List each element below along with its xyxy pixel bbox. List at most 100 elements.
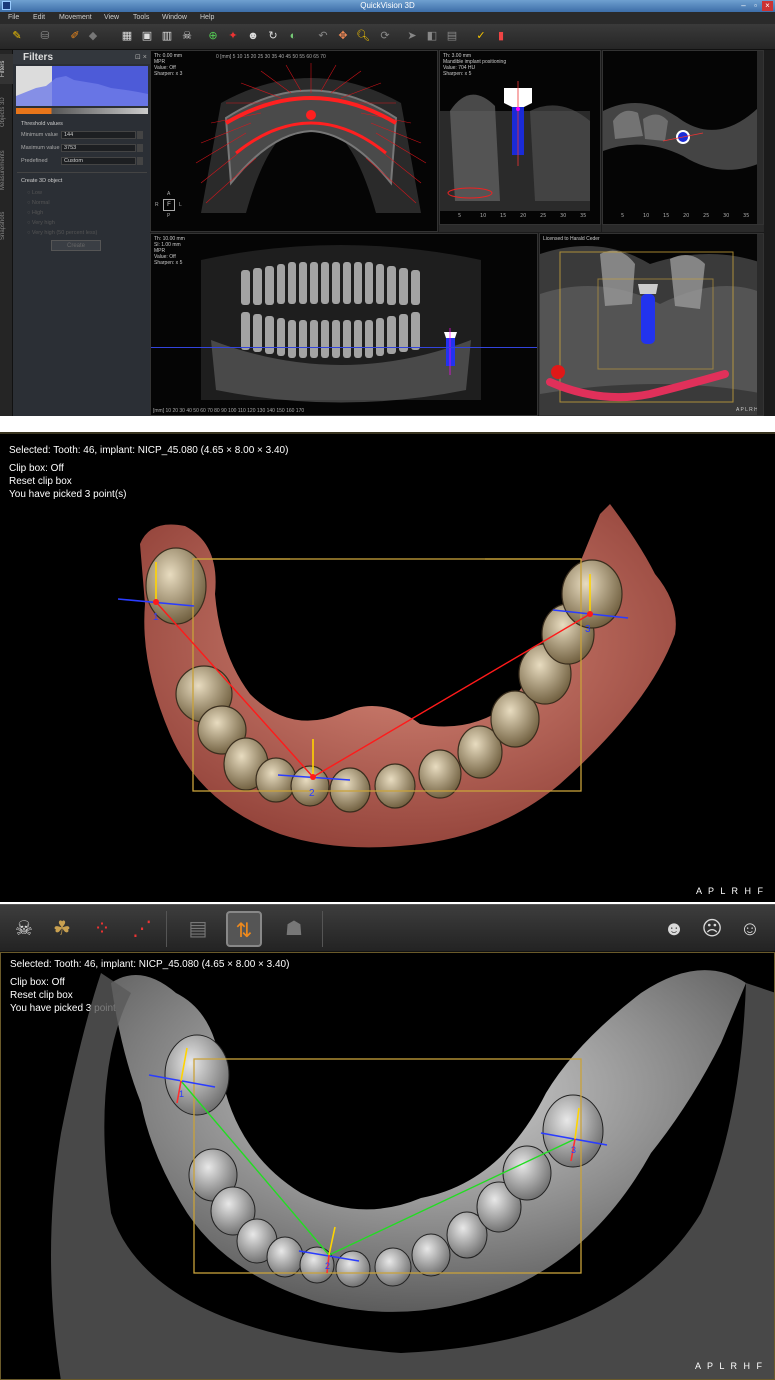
layout-split-icon[interactable]: ▥ <box>160 29 174 43</box>
scan-model-view[interactable]: Selected: Tooth: 46, implant: NICP_45.08… <box>0 432 775 902</box>
skull-side-view-icon[interactable]: ☹ <box>694 911 730 947</box>
orient-p: P <box>167 213 171 219</box>
panoramic-view[interactable]: Th: 10.00 mm Sl: 1.00 mm MPR Value: Off … <box>150 233 538 416</box>
scan-layer-icon[interactable]: ▤ <box>180 911 216 947</box>
tab-snapshots[interactable]: Snapshots <box>0 206 13 246</box>
create-button[interactable]: Create <box>51 240 101 251</box>
tab-measurements[interactable]: Measurements <box>0 140 13 200</box>
menu-file[interactable]: File <box>8 14 19 21</box>
close-icon[interactable]: × <box>762 1 773 11</box>
axial-slice-image <box>195 63 427 213</box>
menu-window[interactable]: Window <box>162 14 187 21</box>
cross-hscroll[interactable] <box>439 225 601 232</box>
menu-view[interactable]: View <box>104 14 119 21</box>
skull-3d-icon[interactable]: ☻ <box>246 29 260 43</box>
rotate-left-icon[interactable]: ↶ <box>316 29 330 43</box>
svg-text:15: 15 <box>663 213 669 219</box>
menu-help[interactable]: Help <box>200 14 214 21</box>
sagittal-hscroll[interactable] <box>602 225 764 232</box>
max-spinner[interactable] <box>137 144 143 152</box>
sagittal-vscroll[interactable] <box>757 51 763 224</box>
skull-render-icon[interactable]: ☠ <box>6 911 42 947</box>
predefined-dropdown-icon[interactable] <box>137 157 143 165</box>
predefined-label: Predefined <box>21 158 48 164</box>
sagittal-image: 5 10 15 20 25 30 35 <box>603 103 763 219</box>
svg-text:30: 30 <box>560 213 566 219</box>
svg-text:5: 5 <box>621 213 624 219</box>
open-file-icon[interactable]: ✎ <box>10 29 24 43</box>
maximize-icon[interactable]: ▫ <box>750 1 761 11</box>
cross-section-view[interactable]: Th: 3.00 mm Mandible implant positioning… <box>439 50 601 225</box>
jaw-icon[interactable]: ☗ <box>276 911 312 947</box>
implant-tool-icon[interactable]: ⊕ <box>206 29 220 43</box>
orient-a: A <box>167 191 171 197</box>
pan-icon[interactable]: ✥ <box>336 29 350 43</box>
render-vscroll[interactable] <box>757 234 763 415</box>
brush-icon[interactable]: ✐ <box>68 29 82 43</box>
sagittal-view[interactable]: 5 10 15 20 25 30 35 <box>602 50 764 225</box>
svg-text:15: 15 <box>500 213 506 219</box>
min-value-field[interactable]: 144 <box>61 131 136 139</box>
min-label: Minimum value <box>21 132 58 138</box>
svg-text:30: 30 <box>723 213 729 219</box>
measure-icon[interactable]: ✓ <box>474 29 488 43</box>
max-value-field[interactable]: 3753 <box>61 144 136 152</box>
layout-single-icon[interactable]: ▣ <box>140 29 154 43</box>
skull-back-view-icon[interactable]: ☺ <box>732 911 768 947</box>
render-toolbar: ☠ ☘ ⁘ ⋰ ▤ ⇅ ☗ ☻ ☹ ☺ <box>0 904 775 952</box>
rotate-3d-icon[interactable]: ↻ <box>266 29 280 43</box>
refresh-icon[interactable]: ⟳ <box>378 29 392 43</box>
pin-icon[interactable]: ⊡ × <box>135 53 147 61</box>
ct-bone-image <box>51 970 774 1379</box>
tab-objects-3d[interactable]: Objects 3D <box>0 90 13 135</box>
pano-ruler: [mm] 10 20 30 40 50 60 70 80 90 100 110 … <box>153 408 305 414</box>
option-normal[interactable]: ○ Normal <box>27 200 50 206</box>
bot-point-3-label: 3 <box>571 1145 577 1155</box>
orient-r: R <box>155 202 159 208</box>
orientation-cube[interactable]: F <box>163 199 175 211</box>
eraser-icon[interactable]: ◆ <box>86 29 100 43</box>
option-low[interactable]: ○ Low <box>27 190 42 196</box>
axial-view[interactable]: Th: 0.00 mm MPR Value: Off Sharpen: x 3 … <box>150 50 438 232</box>
predefined-select[interactable]: Custom <box>61 157 136 165</box>
sphere-tool-icon[interactable]: ◐ <box>286 29 300 43</box>
svg-text:20: 20 <box>520 213 526 219</box>
min-spinner[interactable] <box>137 131 143 139</box>
mid-orientation-labels: A P L R H F <box>695 886 765 896</box>
report-icon[interactable]: ▮ <box>494 29 508 43</box>
pointer-icon[interactable]: ➤ <box>405 29 419 43</box>
window-level-icon[interactable]: ◧ <box>425 29 439 43</box>
option-high[interactable]: ○ High <box>27 210 43 216</box>
zoom-icon[interactable]: 🔍︎ <box>356 29 370 43</box>
points-red-icon[interactable]: ⁘ <box>84 911 120 947</box>
skull-front-view-icon[interactable]: ☻ <box>656 911 692 947</box>
points-line-icon[interactable]: ⋰ <box>124 911 160 947</box>
menu-tools[interactable]: Tools <box>133 14 149 21</box>
menu-movement[interactable]: Movement <box>59 14 92 21</box>
axial-view-info: Th: 0.00 mm MPR Value: Off Sharpen: x 3 <box>154 53 183 77</box>
export-icon[interactable]: ⛁ <box>38 29 52 43</box>
mid-point-2-label: 2 <box>309 788 315 799</box>
side-tabs: Filters Objects 3D Measurements Snapshot… <box>0 50 13 416</box>
render-3d-view[interactable]: Licensed to Harald Ceder A P L R H F <box>539 233 764 416</box>
title-bar: QuickVision 3D – ▫ × <box>0 0 775 12</box>
bone-render-icon[interactable]: ☘ <box>44 911 80 947</box>
tab-filters[interactable]: Filters <box>0 54 13 84</box>
cross-section-image: 5 10 15 20 25 30 35 <box>440 81 590 219</box>
ct-bone-view[interactable]: Selected: Tooth: 46, implant: NICP_45.08… <box>0 952 775 1380</box>
app-window: QuickVision 3D – ▫ × File Edit Movement … <box>0 0 775 416</box>
nerve-tool-icon[interactable]: ✦ <box>226 29 240 43</box>
layout-quad-icon[interactable]: ▦ <box>120 29 134 43</box>
axial-ruler: 0 [mm] 5 10 15 20 25 30 35 40 45 50 55 6… <box>216 54 326 60</box>
align-models-icon[interactable]: ⇅ <box>226 911 262 947</box>
option-very-high-50[interactable]: ○ Very high (50 percent less) <box>27 230 97 236</box>
svg-text:35: 35 <box>743 213 749 219</box>
skull-view-icon[interactable]: ☠ <box>180 29 194 43</box>
option-very-high[interactable]: ○ Very high <box>27 220 55 226</box>
minimize-icon[interactable]: – <box>738 1 749 11</box>
menu-edit[interactable]: Edit <box>33 14 45 21</box>
panoramic-image <box>201 245 481 403</box>
camera-icon[interactable]: ▤ <box>445 29 459 43</box>
colorbar <box>16 108 148 114</box>
filters-panel: Filters ⊡ × Threshold values Minimum val… <box>13 50 150 416</box>
